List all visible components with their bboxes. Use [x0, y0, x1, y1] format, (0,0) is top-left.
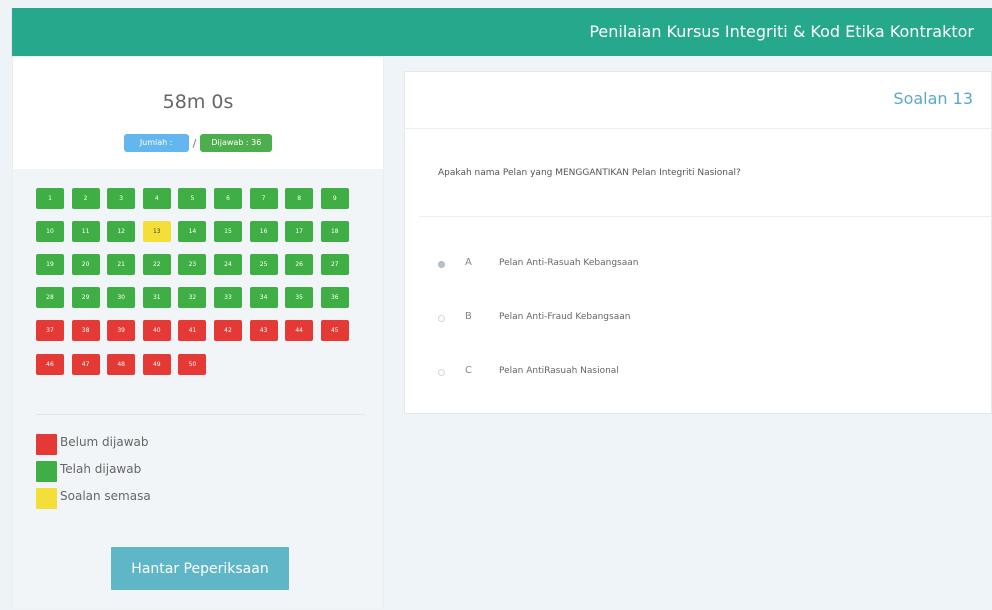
- answer-option-c-radio[interactable]: [438, 369, 445, 376]
- question-counts: Jumlah : 50 / Dijawab : 36: [13, 134, 383, 165]
- answer-option-a-letter: A: [465, 257, 472, 268]
- app-title: Penilaian Kursus Integriti & Kod Etika K…: [589, 22, 974, 41]
- answer-option-a[interactable]: A Pelan Anti-Rasuah Kebangsaan: [438, 256, 958, 274]
- question-40-button[interactable]: 40: [142, 320, 171, 342]
- countdown-timer: 58m 0s: [162, 91, 234, 113]
- answer-option-c-text: Pelan AntiRasuah Nasional: [499, 366, 619, 376]
- legend-swatch: [36, 434, 57, 455]
- timer-panel: 58m 0s Jumlah : 50 / Dijawab : 36: [13, 57, 383, 170]
- question-29-button[interactable]: 29: [71, 287, 100, 309]
- question-9-button[interactable]: 9: [320, 188, 349, 209]
- question-48-button[interactable]: 48: [107, 353, 136, 375]
- question-19-button[interactable]: 19: [36, 254, 64, 276]
- answer-option-c-letter: C: [465, 365, 472, 376]
- legend-label: Soalan semasa: [60, 489, 151, 503]
- question-10-button[interactable]: 10: [36, 221, 64, 243]
- question-divider: [419, 216, 991, 217]
- question-number-title: Soalan 13: [893, 89, 973, 108]
- question-25-button[interactable]: 25: [249, 254, 278, 276]
- question-41-button[interactable]: 41: [178, 320, 207, 342]
- question-45-button[interactable]: 45: [320, 320, 349, 342]
- question-37-button[interactable]: 37: [36, 320, 64, 342]
- legend-item: Belum dijawab: [36, 434, 236, 461]
- question-7-button[interactable]: 7: [249, 188, 278, 209]
- question-35-button[interactable]: 35: [285, 287, 314, 309]
- question-50-button[interactable]: 50: [178, 353, 207, 375]
- question-2-button[interactable]: 2: [71, 188, 100, 209]
- count-separator: /: [192, 136, 197, 150]
- answer-option-b[interactable]: B Pelan Anti-Fraud Kebangsaan: [438, 310, 958, 328]
- question-24-button[interactable]: 24: [214, 254, 242, 276]
- legend-item: Telah dijawab: [36, 461, 236, 488]
- legend-label: Telah dijawab: [60, 462, 142, 476]
- question-22-button[interactable]: 22: [142, 254, 171, 276]
- question-6-button[interactable]: 6: [214, 188, 242, 209]
- question-15-button[interactable]: 15: [214, 221, 242, 243]
- answer-option-b-text: Pelan Anti-Fraud Kebangsaan: [499, 312, 631, 322]
- question-38-button[interactable]: 38: [71, 320, 100, 342]
- question-42-button[interactable]: 42: [214, 320, 242, 342]
- question-20-button[interactable]: 20: [71, 254, 100, 276]
- question-46-button[interactable]: 46: [36, 353, 64, 375]
- question-12-button[interactable]: 12: [107, 221, 136, 243]
- question-34-button[interactable]: 34: [249, 287, 278, 309]
- question-21-button[interactable]: 21: [107, 254, 136, 276]
- answer-option-a-text: Pelan Anti-Rasuah Kebangsaan: [499, 258, 639, 268]
- legend-swatch: [36, 488, 57, 509]
- answered-questions-badge: Dijawab : 36: [200, 134, 273, 152]
- question-31-button[interactable]: 31: [142, 287, 171, 309]
- question-23-button[interactable]: 23: [178, 254, 207, 276]
- question-18-button[interactable]: 18: [320, 221, 349, 243]
- question-11-button[interactable]: 11: [71, 221, 100, 243]
- question-49-button[interactable]: 49: [142, 353, 171, 375]
- question-26-button[interactable]: 26: [285, 254, 314, 276]
- question-47-button[interactable]: 47: [71, 353, 100, 375]
- answer-option-b-letter: B: [465, 311, 472, 322]
- answer-option-b-radio[interactable]: [438, 315, 445, 322]
- question-5-button[interactable]: 5: [178, 188, 207, 209]
- question-1-button[interactable]: 1: [36, 188, 64, 209]
- sidebar: 58m 0s Jumlah : 50 / Dijawab : 36 123456…: [12, 56, 384, 609]
- question-card: Soalan 13 Apakah nama Pelan yang MENGGAN…: [404, 71, 992, 414]
- question-4-button[interactable]: 4: [142, 188, 171, 209]
- question-39-button[interactable]: 39: [107, 320, 136, 342]
- question-13-button[interactable]: 13: [142, 221, 171, 243]
- question-text: Apakah nama Pelan yang MENGGANTIKAN Pela…: [438, 168, 741, 178]
- answer-option-a-radio[interactable]: [438, 261, 445, 268]
- question-8-button[interactable]: 8: [285, 188, 314, 209]
- legend-divider: [36, 414, 365, 415]
- total-questions-badge: Jumlah : 50: [123, 134, 189, 165]
- question-43-button[interactable]: 43: [249, 320, 278, 342]
- submit-exam-button[interactable]: Hantar Peperiksaan: [111, 547, 289, 590]
- question-16-button[interactable]: 16: [249, 221, 278, 243]
- question-14-button[interactable]: 14: [178, 221, 207, 243]
- legend-label: Belum dijawab: [60, 435, 149, 449]
- question-28-button[interactable]: 28: [36, 287, 64, 309]
- question-3-button[interactable]: 3: [107, 188, 136, 209]
- status-legend: Belum dijawab Telah dijawab Soalan semasa: [36, 434, 236, 515]
- question-17-button[interactable]: 17: [285, 221, 314, 243]
- question-44-button[interactable]: 44: [285, 320, 314, 342]
- question-navigator: 1 2 3 4 5 6 7 8 9 10 11 12 13 14 15 16 17 18 19 20 21 22 23 24 2…: [13, 169, 383, 537]
- question-card-header: Soalan 13: [405, 72, 991, 129]
- question-30-button[interactable]: 30: [107, 287, 136, 309]
- app-header: Penilaian Kursus Integriti & Kod Etika K…: [12, 8, 992, 56]
- legend-swatch: [36, 461, 57, 482]
- submit-panel: Hantar Peperiksaan: [13, 537, 383, 609]
- question-27-button[interactable]: 27: [320, 254, 349, 276]
- question-36-button[interactable]: 36: [320, 287, 349, 309]
- question-32-button[interactable]: 32: [178, 287, 207, 309]
- legend-item: Soalan semasa: [36, 488, 236, 515]
- answer-option-c[interactable]: C Pelan AntiRasuah Nasional: [438, 364, 958, 382]
- question-33-button[interactable]: 33: [214, 287, 242, 309]
